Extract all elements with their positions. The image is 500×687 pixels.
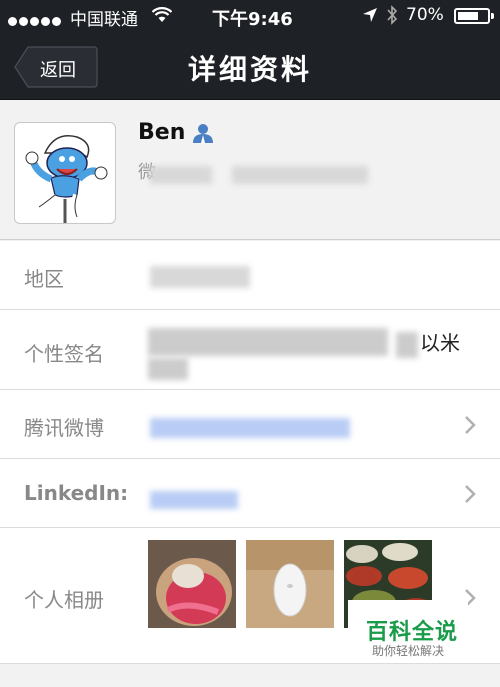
bluetooth-icon xyxy=(387,5,398,25)
signature-value-blur xyxy=(396,332,418,358)
album-label: 个人相册 xyxy=(24,588,104,612)
nav-bar: 返回 详细资料 xyxy=(0,32,500,100)
status-bar: 中国联通 下午9:46 70% xyxy=(0,0,500,32)
wifi-icon xyxy=(152,7,172,22)
location-arrow-icon xyxy=(363,8,377,22)
signal-strength-icon xyxy=(8,11,63,31)
region-value-blur xyxy=(150,266,250,288)
signature-label: 个性签名 xyxy=(24,342,104,366)
battery-icon xyxy=(454,8,494,24)
signature-row: 个性签名 以米 xyxy=(0,310,500,390)
watermark: 百科全说 助你轻松解决 xyxy=(348,600,468,662)
weibo-row[interactable]: 腾讯微博 xyxy=(0,390,500,459)
photo-thumbnail xyxy=(148,540,236,628)
signature-value-blur xyxy=(148,328,388,356)
battery-percent: 70% xyxy=(406,5,444,25)
linkedin-row[interactable]: LinkedIn: xyxy=(0,459,500,528)
wechat-id-blur xyxy=(150,166,212,184)
album-photo-2[interactable] xyxy=(246,540,334,628)
linkedin-label: LinkedIn: xyxy=(24,481,129,505)
album-photo-1[interactable] xyxy=(148,540,236,628)
battery-fill xyxy=(458,12,478,20)
region-row: 地区 xyxy=(0,241,500,310)
signature-tail: 以米 xyxy=(420,331,460,355)
watermark-subtitle: 助你轻松解决 xyxy=(372,644,445,658)
region-label: 地区 xyxy=(24,267,64,291)
contact-name: Ben xyxy=(138,120,186,145)
chevron-right-icon xyxy=(465,485,476,503)
photo-thumbnail xyxy=(246,540,334,628)
profile-header: Ben 微 xyxy=(0,100,500,240)
avatar[interactable] xyxy=(14,122,116,224)
chevron-right-icon xyxy=(465,416,476,434)
status-time: 下午9:46 xyxy=(212,9,293,30)
weibo-label: 腾讯微博 xyxy=(24,416,104,440)
smurf-avatar-icon xyxy=(25,135,108,223)
wechat-id-blur xyxy=(232,166,368,184)
page-title: 详细资料 xyxy=(187,53,312,86)
weibo-value-blur xyxy=(150,418,350,438)
contact-person-icon xyxy=(193,124,213,144)
linkedin-value-blur xyxy=(150,491,238,509)
signature-value-blur xyxy=(148,358,188,380)
carrier-name: 中国联通 xyxy=(70,10,138,30)
